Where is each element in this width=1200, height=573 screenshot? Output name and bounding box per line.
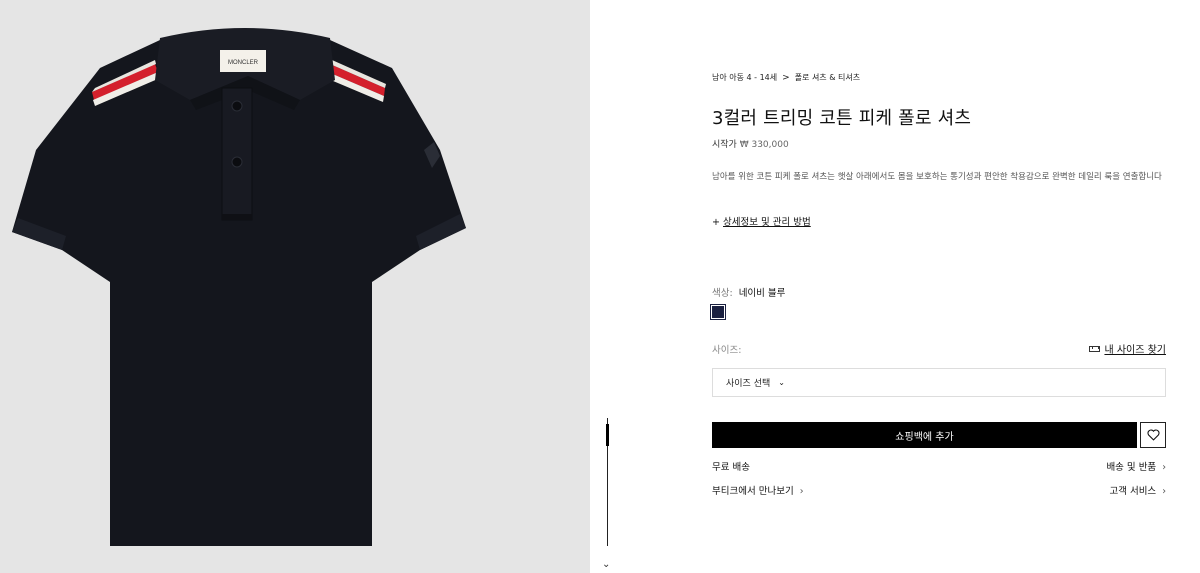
chevron-down-icon: ⌄ <box>778 378 785 387</box>
boutique-label: 부티크에서 만나보기 <box>712 486 794 497</box>
color-swatch-navy[interactable] <box>710 304 726 320</box>
shipping-returns-label: 배송 및 반품 <box>1106 462 1157 473</box>
size-guide-label: 내 사이즈 찾기 <box>1104 345 1166 356</box>
price-prefix: 시작가 <box>712 140 737 150</box>
brand-label-text: MONCLER <box>228 60 259 66</box>
product-page: MONCLER ⌄ 남아 아동 4 - 14세 > 폴로 셔츠 & 티셔츠 3컬러 … <box>0 0 1200 573</box>
product-title: 3컬러 트리밍 코튼 피케 폴로 셔츠 <box>712 108 972 129</box>
shipping-returns-link[interactable]: 배송 및 반품 › <box>1106 459 1166 473</box>
breadcrumb: 남아 아동 4 - 14세 > 폴로 셔츠 & 티셔츠 <box>712 72 860 83</box>
chevron-right-icon: › <box>1162 486 1166 497</box>
color-label: 색상: <box>712 288 733 299</box>
scroll-thumb[interactable] <box>606 424 609 446</box>
customer-service-label: 고객 서비스 <box>1109 486 1157 497</box>
double-chevron-down-icon[interactable]: ⌄ <box>602 560 610 570</box>
services-row: 부티크에서 만나보기 › 고객 서비스 › <box>712 483 1166 497</box>
shipping-row: 무료 배송 배송 및 반품 › <box>712 459 1166 473</box>
color-row: 색상: 네이비 블루 <box>712 285 785 299</box>
boutique-link[interactable]: 부티크에서 만나보기 › <box>712 483 804 497</box>
color-value: 네이비 블루 <box>738 288 786 299</box>
details-care-link[interactable]: + 상세정보 및 관리 방법 <box>712 214 811 228</box>
size-select-label: 사이즈 선택 <box>726 379 771 389</box>
free-shipping-text: 무료 배송 <box>712 462 750 473</box>
product-image[interactable]: MONCLER <box>0 0 590 573</box>
chevron-right-icon: › <box>1162 462 1166 473</box>
customer-service-link[interactable]: 고객 서비스 › <box>1109 483 1166 497</box>
price-amount: ₩ 330,000 <box>739 140 789 150</box>
size-guide-link[interactable]: 내 사이즈 찾기 <box>1089 341 1166 356</box>
wishlist-button[interactable] <box>1140 422 1166 448</box>
breadcrumb-item-boys[interactable]: 남아 아동 4 - 14세 <box>712 73 777 82</box>
size-select[interactable]: 사이즈 선택 ⌄ <box>712 368 1166 397</box>
plus-icon: + <box>712 217 720 228</box>
details-care-label: 상세정보 및 관리 방법 <box>723 217 811 228</box>
heart-icon <box>1147 429 1159 441</box>
breadcrumb-item-polo[interactable]: 폴로 셔츠 & 티셔츠 <box>795 73 860 82</box>
polo-shirt-illustration: MONCLER <box>12 28 466 546</box>
size-label: 사이즈: <box>712 345 742 356</box>
chevron-right-icon: › <box>799 486 804 497</box>
breadcrumb-separator: > <box>782 73 790 83</box>
add-to-bag-button[interactable]: 쇼핑백에 추가 <box>712 422 1137 448</box>
ruler-icon <box>1089 345 1101 352</box>
product-price: 시작가 ₩ 330,000 <box>712 137 789 150</box>
product-description: 남아를 위한 코튼 피케 폴로 셔츠는 햇살 아래에서도 몸을 보호하는 통기성… <box>712 172 1162 182</box>
